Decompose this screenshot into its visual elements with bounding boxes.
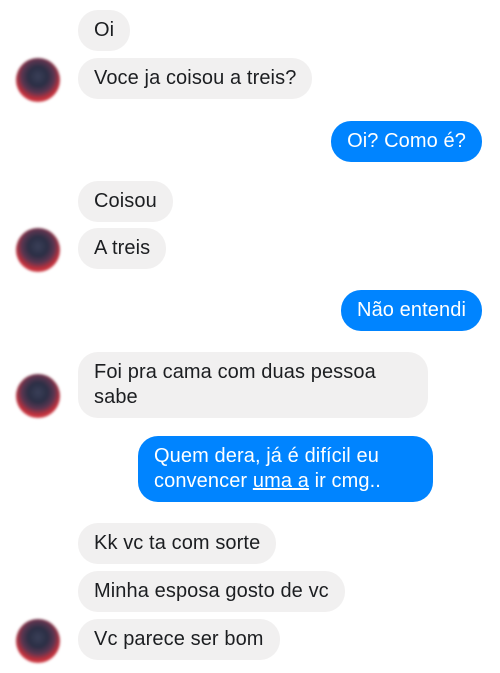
contact-avatar[interactable] [16,619,60,663]
message-incoming[interactable]: A treis [78,228,167,269]
message-incoming[interactable]: Vc parece ser bom [78,619,280,660]
underlined-text: uma a [252,470,309,492]
message-incoming[interactable]: Kk vc ta com sorte [78,523,277,564]
message-outgoing[interactable]: Não entendi [341,290,482,331]
message-line: Quem dera, já é difícil eu [154,445,379,467]
contact-avatar[interactable] [16,58,60,102]
contact-avatar[interactable] [16,228,60,272]
message-line: convencer uma a ir cmg.. [154,469,381,494]
contact-avatar[interactable] [16,374,60,418]
message-incoming[interactable]: Voce ja coisou a treis? [78,58,313,99]
message-incoming[interactable]: Minha esposa gosto de vc [78,571,345,612]
message-incoming[interactable]: Oi [78,10,131,51]
message-outgoing[interactable]: Quem dera, já é difícil eu convencer uma… [138,436,433,502]
message-line: Foi pra cama com duas pessoa [94,361,376,383]
message-line: sabe [94,386,138,408]
message-incoming[interactable]: Coisou [78,181,173,222]
message-text: ir cmg.. [308,470,381,492]
message-outgoing[interactable]: Oi? Como é? [331,121,482,162]
message-text: convencer [154,470,253,492]
message-incoming[interactable]: Foi pra cama com duas pessoa sabe [78,352,428,418]
